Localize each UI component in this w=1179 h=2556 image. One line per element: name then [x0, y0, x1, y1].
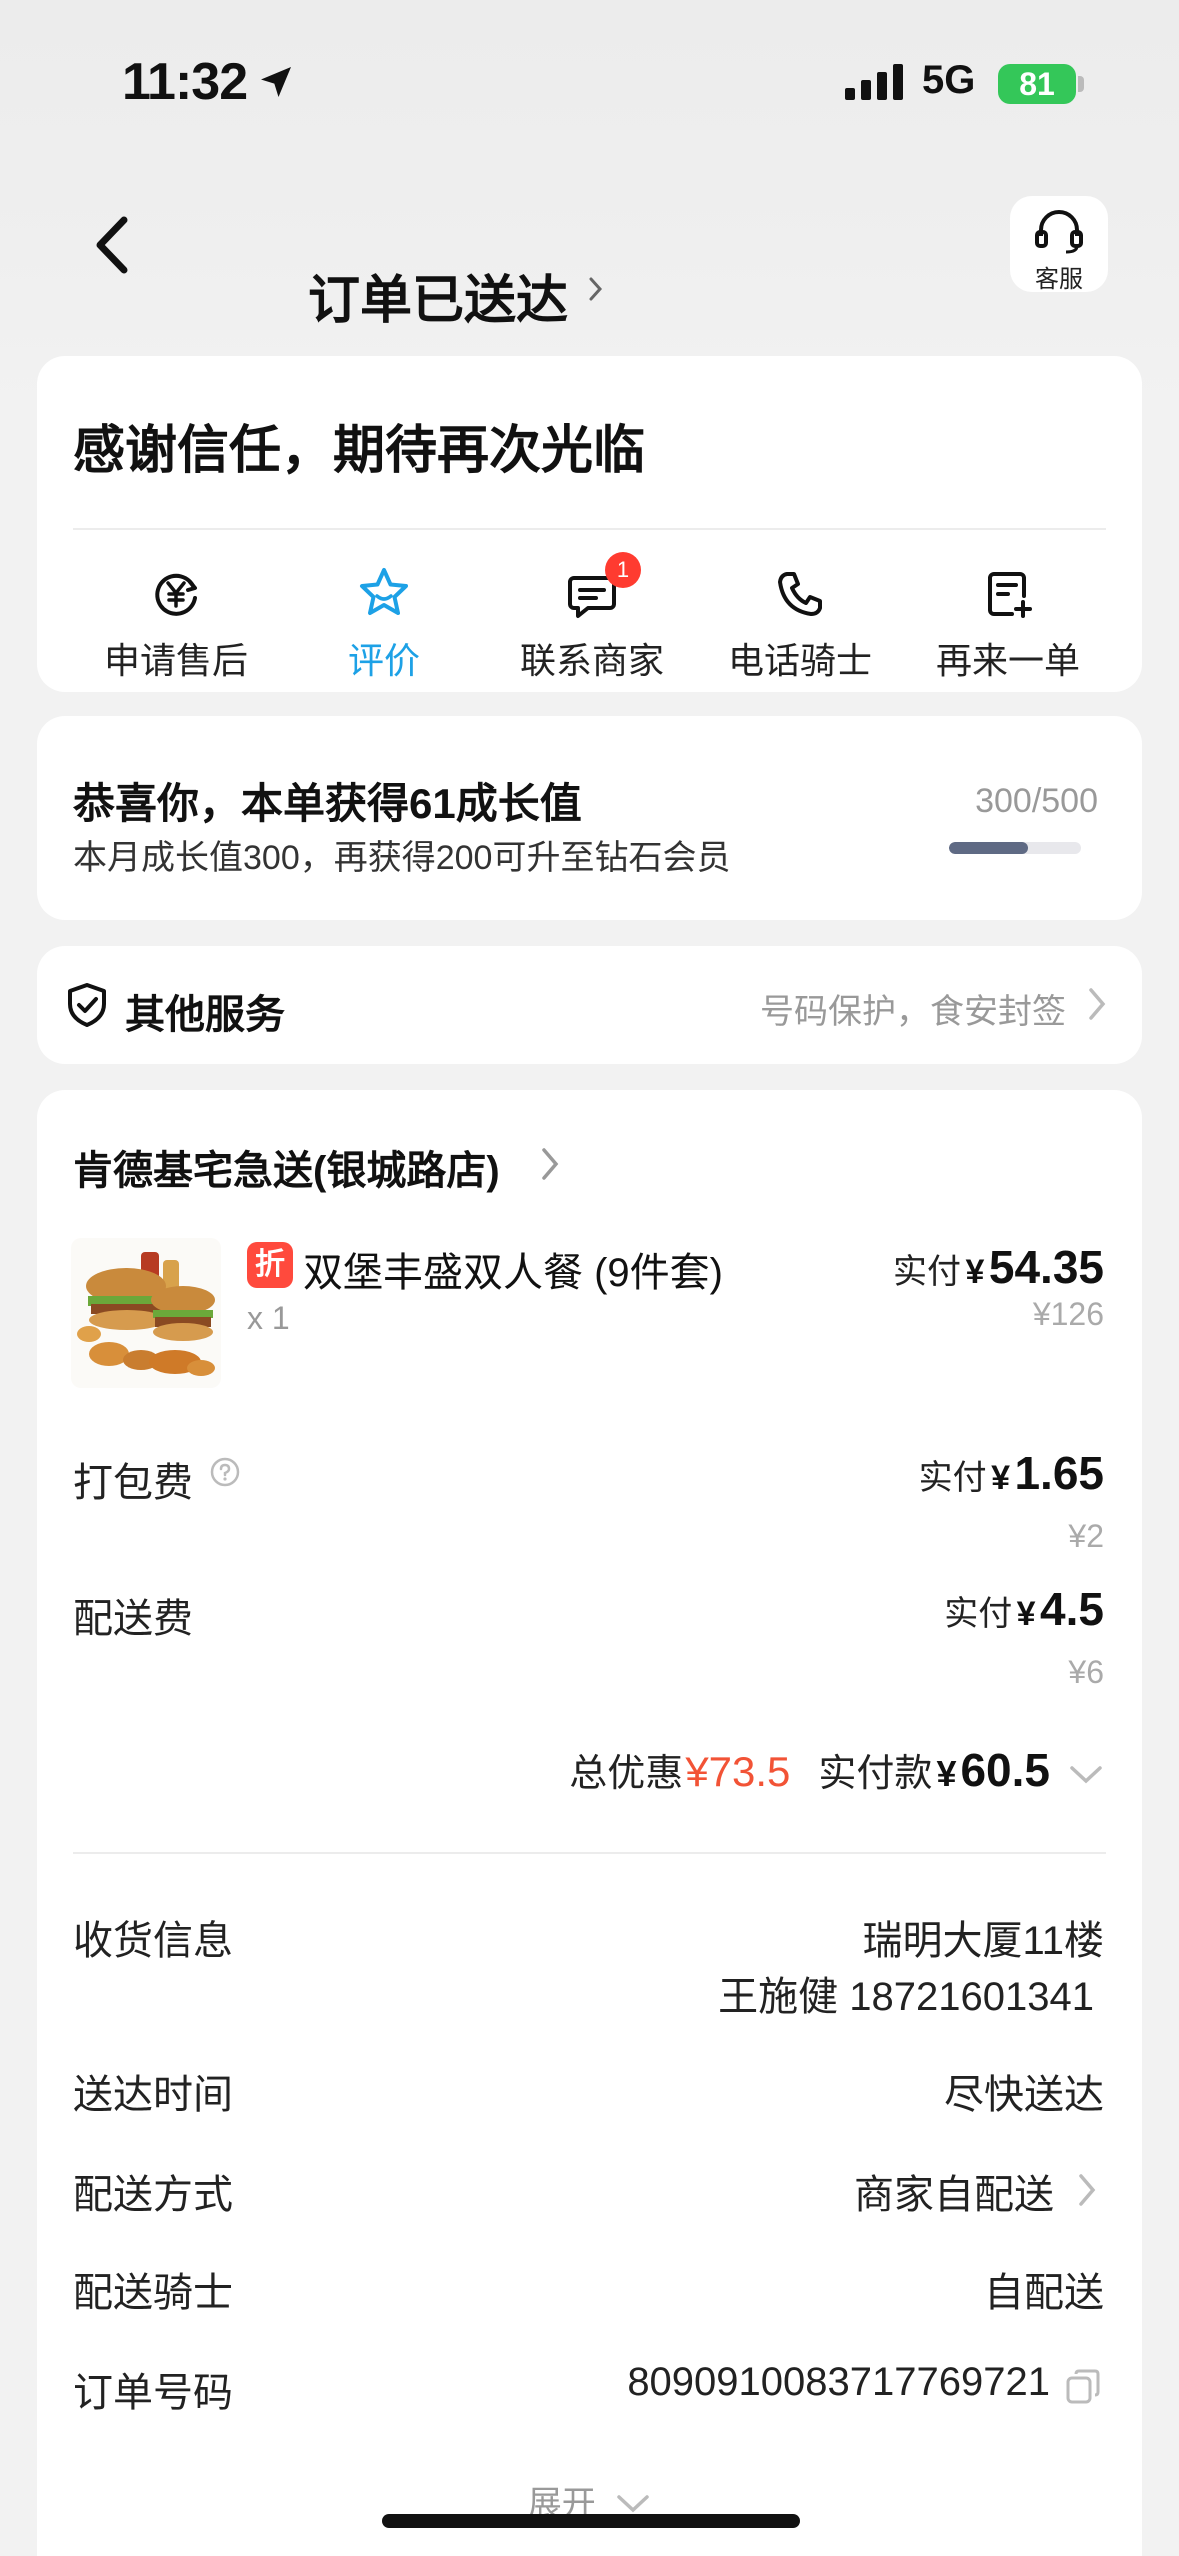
action-label: 再来一单	[935, 640, 1080, 681]
delivery-fee-label: 配送费	[73, 1597, 193, 1641]
delivery-method-value[interactable]: 商家自配送	[854, 2162, 1054, 2220]
receiver-contact: 王施健 18721601341	[718, 1975, 1094, 2019]
rider-label: 配送骑士	[73, 2271, 233, 2315]
battery-cap	[1078, 76, 1084, 92]
headset-icon	[1035, 210, 1083, 254]
copy-icon[interactable]	[1064, 2368, 1102, 2411]
total-paid-value: 60.5	[960, 1744, 1050, 1796]
growth-subtitle: 本月成长值300，再获得200可升至钻石会员	[73, 839, 731, 877]
packing-fee-paid: 实付 ¥ 1.65	[919, 1446, 1104, 1500]
total-paid-label: 实付款	[818, 1753, 933, 1795]
growth-progress-text: 300/500	[975, 782, 1098, 820]
total-paid-yen: ¥	[936, 1753, 957, 1794]
reorder-icon	[988, 572, 1032, 618]
chevron-right-icon[interactable]	[588, 276, 604, 307]
reorder-button[interactable]: 再来一单	[903, 556, 1113, 684]
growth-card[interactable]: 恭喜你，本单获得61成长值 本月成长值300，再获得200可升至钻石会员 300…	[37, 716, 1142, 920]
paid-value: 1.65	[1014, 1447, 1104, 1499]
home-indicator[interactable]	[382, 2514, 800, 2528]
other-services-card[interactable]: 其他服务 号码保护，食安封签	[37, 946, 1142, 1064]
paid-label: 实付	[893, 1253, 962, 1291]
total-discount-label: 总优惠	[569, 1753, 684, 1795]
help-icon[interactable]	[209, 1456, 241, 1493]
service-label: 客服	[1035, 266, 1083, 293]
order-number-label: 订单号码	[73, 2371, 233, 2415]
item-original-price: ¥126	[1032, 1296, 1104, 1332]
yen-symbol: ¥	[965, 1253, 985, 1291]
delivery-time-label: 送达时间	[73, 2073, 233, 2117]
receiver-label: 收货信息	[73, 1919, 233, 1963]
discount-tag: 折	[247, 1242, 293, 1288]
total-discount-value: ¥73.5	[685, 1748, 791, 1795]
divider	[73, 1852, 1106, 1854]
item-quantity: x 1	[247, 1300, 290, 1336]
thanks-card: 感谢信任，期待再次光临 申请售后 评价 1 联系商家 电话骑士 再来一单	[37, 356, 1142, 692]
item-paid-price: 实付 ¥ 54.35	[893, 1240, 1104, 1294]
order-detail-card: 肯德基宅急送(银城路店) 折 双堡丰盛双人餐 (9件套) x 1 实付 ¥ 54…	[37, 1090, 1142, 2556]
total-summary[interactable]: 总优惠 ¥73.5 实付款 ¥ 60.5	[569, 1742, 1104, 1797]
network-label: 5G	[922, 58, 976, 102]
yen-refund-icon	[155, 573, 197, 616]
action-label: 电话骑士	[727, 640, 872, 681]
paid-value: 4.5	[1040, 1583, 1104, 1635]
shield-check-icon	[65, 982, 109, 1033]
location-arrow-icon	[256, 62, 296, 107]
packing-fee-label: 打包费	[73, 1461, 193, 1505]
customer-service-button[interactable]: 客服	[1010, 196, 1108, 293]
chevron-left-icon	[96, 216, 128, 274]
back-button[interactable]	[88, 210, 138, 280]
chevron-down-icon	[617, 2495, 649, 2513]
after-sales-button[interactable]: 申请售后	[71, 556, 281, 684]
star-icon	[360, 568, 408, 615]
services-description: 号码保护，食安封签	[760, 993, 1066, 1031]
growth-progress-bar	[949, 842, 1081, 854]
contact-merchant-button[interactable]: 1 联系商家	[487, 552, 697, 684]
delivery-time-value: 尽快送达	[944, 2073, 1104, 2117]
action-label: 联系商家	[519, 640, 664, 681]
paid-label: 实付	[944, 1595, 1013, 1633]
chevron-right-icon[interactable]	[539, 1144, 561, 1189]
thanks-title: 感谢信任，期待再次光临	[73, 422, 646, 480]
unread-badge: 1	[605, 552, 641, 588]
call-rider-button[interactable]: 电话骑士	[695, 556, 905, 684]
status-bar: 11:32 5G 81	[0, 0, 1179, 150]
receiver-address: 瑞明大厦11楼	[862, 1919, 1104, 1963]
action-label: 申请售后	[103, 640, 248, 681]
store-name[interactable]: 肯德基宅急送(银城路店)	[73, 1138, 500, 1196]
delivery-fee-original: ¥6	[1068, 1654, 1104, 1690]
status-time: 11:32	[122, 53, 248, 111]
divider	[73, 528, 1106, 530]
yen-symbol: ¥	[1016, 1595, 1036, 1633]
packing-fee-original: ¥2	[1068, 1518, 1104, 1554]
yen-symbol: ¥	[991, 1459, 1011, 1497]
item-name[interactable]: 双堡丰盛双人餐 (9件套)	[303, 1240, 723, 1298]
signal-icon	[845, 64, 907, 105]
action-label: 评价	[347, 640, 420, 681]
rider-value: 自配送	[984, 2271, 1104, 2315]
growth-title: 恭喜你，本单获得61成长值	[73, 780, 582, 827]
delivery-fee-paid: 实付 ¥ 4.5	[944, 1582, 1104, 1636]
food-image[interactable]	[71, 1238, 221, 1388]
page-title[interactable]: 订单已送达	[308, 258, 568, 333]
review-button[interactable]: 评价	[279, 556, 489, 684]
growth-progress-fill	[949, 842, 1029, 854]
chevron-right-icon[interactable]	[1076, 2170, 1098, 2215]
services-title: 其他服务	[125, 993, 285, 1037]
phone-icon	[778, 572, 822, 616]
paid-value: 54.35	[988, 1241, 1104, 1293]
chevron-right-icon	[1086, 984, 1108, 1029]
chevron-down-icon[interactable]	[1068, 1764, 1104, 1791]
paid-label: 实付	[918, 1459, 987, 1497]
battery-indicator: 81	[998, 64, 1076, 104]
order-number-value: 8090910083717769721	[627, 2360, 1050, 2404]
delivery-method-label: 配送方式	[73, 2173, 233, 2217]
